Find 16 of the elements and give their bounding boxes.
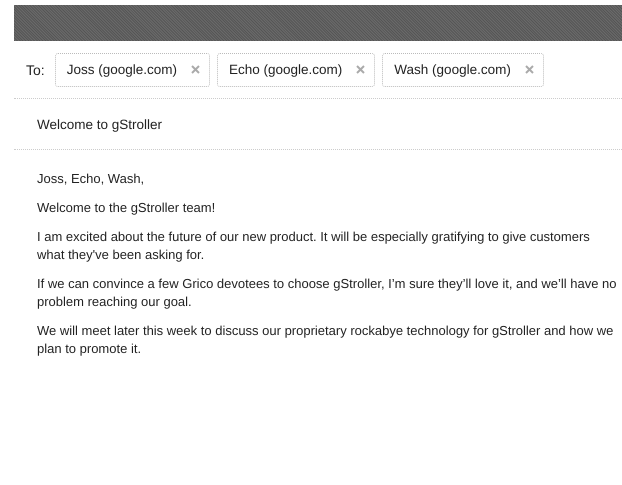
recipient-chip[interactable]: Wash (google.com) [382,52,544,86]
body-paragraph: Joss, Echo, Wash, [37,170,146,188]
to-label: To: [26,62,45,78]
body-paragraph: If we can convince a few Grico devotees to choose gStroller, I’m sure they’ll love it, and we’ll have no problem reaching our goal. [37,275,617,311]
remove-icon[interactable] [356,65,366,74]
body-paragraph: We will meet later this week to discuss our proprietary rockabye technology for gStroller and how we plan to promote it. [37,322,614,358]
recipient-chip[interactable]: Echo (google.com) [216,52,376,86]
subject-text[interactable]: Welcome to gStroller [37,116,162,132]
recipient-name: Joss (google.com) [66,62,177,77]
recipient-chip[interactable]: Joss (google.com) [54,52,210,86]
remove-icon[interactable] [524,65,534,74]
recipient-name: Echo (google.com) [228,62,342,77]
body-paragraph: I am excited about the future of our new product. It will be especially gratifying to give customers what they've been asking for. [37,228,591,264]
recipient-name: Wash (google.com) [394,62,511,77]
body-paragraph: Welcome to the gStroller team! [37,199,216,217]
remove-icon[interactable] [190,65,200,74]
